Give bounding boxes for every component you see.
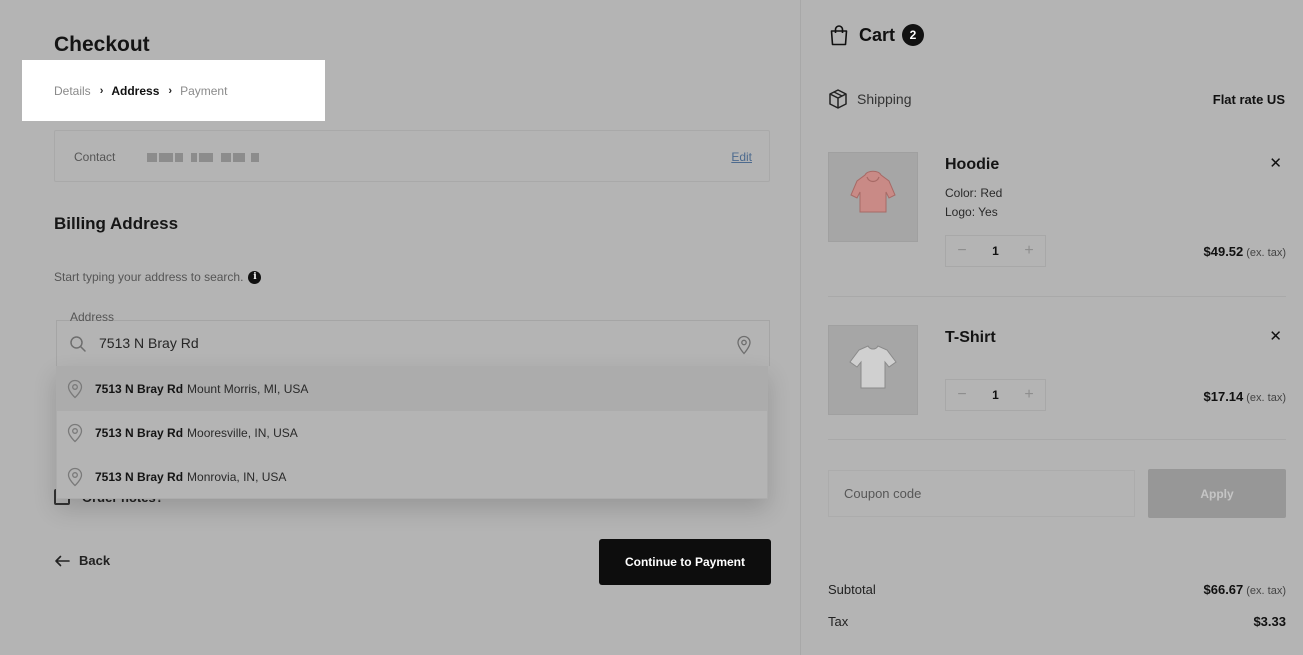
quantity-stepper: − 1 + bbox=[945, 235, 1046, 267]
breadcrumb: Details › Address › Payment bbox=[22, 60, 325, 121]
shipping-method: Flat rate US bbox=[1212, 91, 1285, 107]
price-tax-note: (ex. tax) bbox=[1246, 247, 1286, 259]
coupon-placeholder: Coupon code bbox=[844, 486, 922, 501]
subtotal-value: $66.67 bbox=[1203, 582, 1244, 597]
tax-row: Tax $3.33 bbox=[828, 614, 1286, 629]
shipping-label: Shipping bbox=[857, 91, 912, 107]
item-divider bbox=[828, 296, 1286, 297]
tshirt-icon bbox=[849, 345, 897, 389]
apply-coupon-button[interactable]: Apply bbox=[1148, 469, 1286, 518]
suggestion-locality: Monrovia, IN, USA bbox=[187, 470, 287, 484]
address-field-label: Address bbox=[70, 310, 115, 324]
item-name: Hoodie bbox=[945, 156, 1000, 173]
location-pin-icon bbox=[67, 423, 83, 443]
hoodie-image[interactable] bbox=[828, 152, 918, 242]
tax-value: $3.33 bbox=[1253, 614, 1286, 629]
billing-address-heading: Billing Address bbox=[54, 214, 179, 233]
back-label: Back bbox=[79, 553, 111, 568]
remove-item-icon[interactable]: ✕ bbox=[1269, 154, 1282, 172]
address-suggestion[interactable]: 7513 N Bray Rd Monrovia, IN, USA bbox=[57, 455, 767, 499]
suggestion-street: 7513 N Bray Rd bbox=[95, 382, 184, 396]
package-icon bbox=[829, 89, 847, 109]
chevron-right-icon: › bbox=[99, 84, 104, 97]
item-price-value: $49.52 bbox=[1203, 244, 1244, 259]
continue-to-payment-button[interactable]: Continue to Payment bbox=[599, 539, 771, 585]
breadcrumb-payment[interactable]: Payment bbox=[180, 84, 227, 98]
address-suggestion[interactable]: 7513 N Bray Rd Mooresville, IN, USA bbox=[57, 411, 767, 455]
quantity-stepper: − 1 + bbox=[945, 379, 1046, 411]
address-suggestions-dropdown: 7513 N Bray Rd Mount Morris, MI, USA 751… bbox=[56, 366, 768, 499]
quantity-value[interactable]: 1 bbox=[978, 388, 1013, 402]
item-price: $17.14 (ex. tax) bbox=[1204, 389, 1287, 404]
search-icon bbox=[70, 336, 86, 352]
shopping-bag-icon bbox=[830, 25, 848, 46]
quantity-value[interactable]: 1 bbox=[978, 244, 1013, 258]
subtotal-label: Subtotal bbox=[828, 582, 876, 597]
contact-label: Contact bbox=[74, 150, 116, 164]
page-title: Checkout bbox=[54, 33, 150, 56]
cart-count-badge: 2 bbox=[902, 24, 925, 46]
cart-title: Cart bbox=[859, 24, 896, 45]
suggestion-street: 7513 N Bray Rd bbox=[95, 470, 184, 484]
suggestion-locality: Mount Morris, MI, USA bbox=[187, 382, 309, 396]
hint-text: Start typing your address to search. bbox=[54, 270, 244, 284]
breadcrumb-address[interactable]: Address bbox=[111, 84, 159, 98]
subtotal-row: Subtotal $66.67 (ex. tax) bbox=[828, 582, 1286, 597]
decrease-quantity-button[interactable]: − bbox=[946, 386, 978, 404]
hoodie-icon bbox=[850, 170, 896, 213]
edit-contact-link[interactable]: Edit bbox=[731, 150, 752, 164]
cart-panel: Cart 2 Shipping Flat rate US Hoodie Colo… bbox=[801, 0, 1303, 655]
breadcrumb-details[interactable]: Details bbox=[54, 84, 91, 98]
tax-label: Tax bbox=[828, 614, 849, 629]
chevron-right-icon: › bbox=[168, 84, 173, 97]
subtotal-tax-note: (ex. tax) bbox=[1246, 585, 1286, 597]
suggestion-street: 7513 N Bray Rd bbox=[95, 426, 184, 440]
address-input-value[interactable]: 7513 N Bray Rd bbox=[99, 335, 199, 351]
cart-item: Hoodie Color: Red Logo: Yes ✕ − 1 + $49.… bbox=[828, 152, 1286, 272]
item-price-value: $17.14 bbox=[1203, 389, 1244, 404]
arrow-left-icon bbox=[55, 555, 70, 566]
remove-item-icon[interactable]: ✕ bbox=[1269, 327, 1282, 345]
cart-header: Cart 2 bbox=[829, 24, 925, 46]
redacted-contact-value bbox=[147, 153, 259, 162]
item-option-logo: Logo: Yes bbox=[945, 205, 998, 219]
cart-item: T-Shirt ✕ − 1 + $17.14 (ex. tax) bbox=[828, 325, 1286, 425]
location-pin-icon[interactable] bbox=[736, 335, 752, 355]
back-button[interactable]: Back bbox=[54, 553, 110, 568]
item-price: $49.52 (ex. tax) bbox=[1204, 244, 1287, 259]
address-search-input[interactable]: 7513 N Bray Rd bbox=[56, 320, 770, 366]
increase-quantity-button[interactable]: + bbox=[1013, 386, 1045, 404]
address-search-hint: Start typing your address to search. i bbox=[54, 270, 262, 284]
subtotal-amount: $66.67 (ex. tax) bbox=[1204, 582, 1287, 597]
tshirt-image[interactable] bbox=[828, 325, 918, 415]
increase-quantity-button[interactable]: + bbox=[1013, 242, 1045, 260]
item-option-color: Color: Red bbox=[945, 186, 1003, 200]
item-name: T-Shirt bbox=[945, 329, 996, 346]
shipping-row: Shipping Flat rate US bbox=[827, 88, 1285, 110]
coupon-code-input[interactable]: Coupon code bbox=[828, 470, 1135, 517]
info-icon[interactable]: i bbox=[248, 270, 262, 284]
item-divider bbox=[828, 439, 1286, 440]
decrease-quantity-button[interactable]: − bbox=[946, 242, 978, 260]
location-pin-icon bbox=[67, 467, 83, 487]
suggestion-locality: Mooresville, IN, USA bbox=[187, 426, 298, 440]
location-pin-icon bbox=[67, 379, 83, 399]
price-tax-note: (ex. tax) bbox=[1246, 392, 1286, 404]
address-suggestion[interactable]: 7513 N Bray Rd Mount Morris, MI, USA bbox=[57, 367, 767, 411]
contact-summary: Contact Edit bbox=[54, 130, 770, 182]
checkout-panel: Checkout Details › Address › Payment Con… bbox=[0, 0, 800, 655]
